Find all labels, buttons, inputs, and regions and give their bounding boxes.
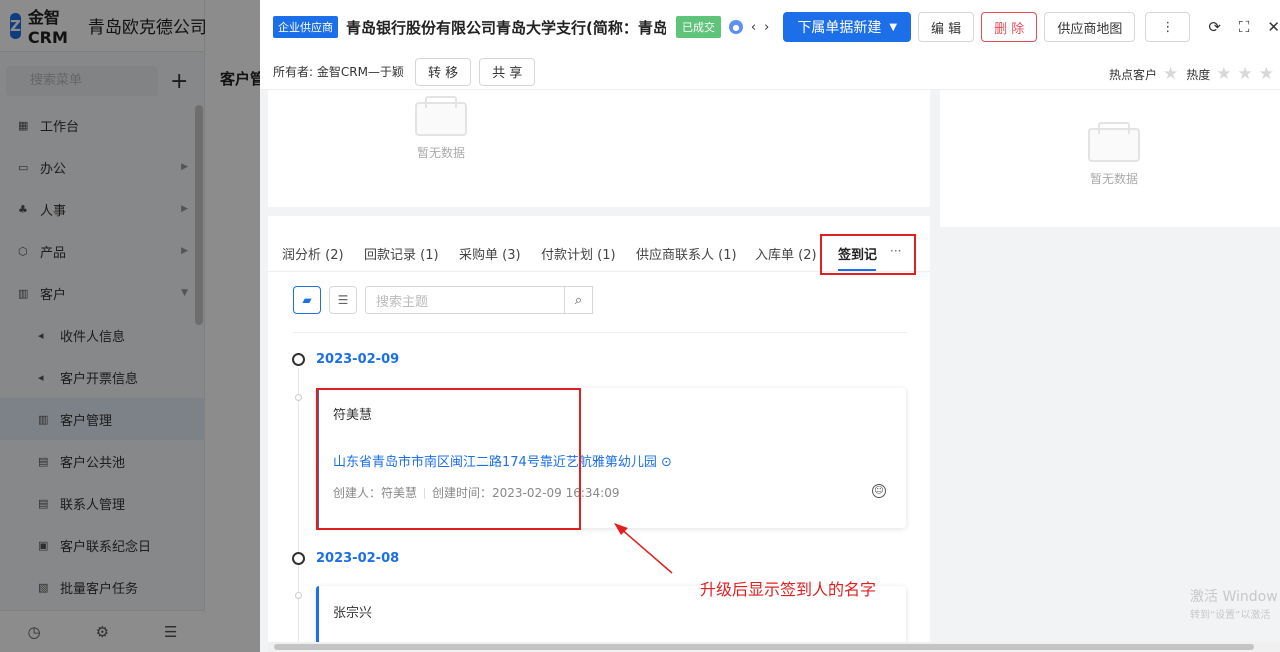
activation-watermark: 激活 Window: [1190, 589, 1278, 605]
annotation-text: 升级后显示签到人的名字: [700, 580, 877, 599]
horizontal-scrollbar[interactable]: [268, 642, 1280, 652]
app-root: Z 金智CRM 青岛欧克德公司 搜索菜单 + ▦ 工作台 ▭ 办公 ▶ ♣ 人事 ▶ ⬡ 产…: [0, 0, 1280, 652]
activation-watermark-sub: 转到“设置”以激活: [1190, 610, 1271, 621]
annotation-arrow: [614, 523, 673, 574]
scrollbar-thumb[interactable]: [274, 644, 1254, 650]
